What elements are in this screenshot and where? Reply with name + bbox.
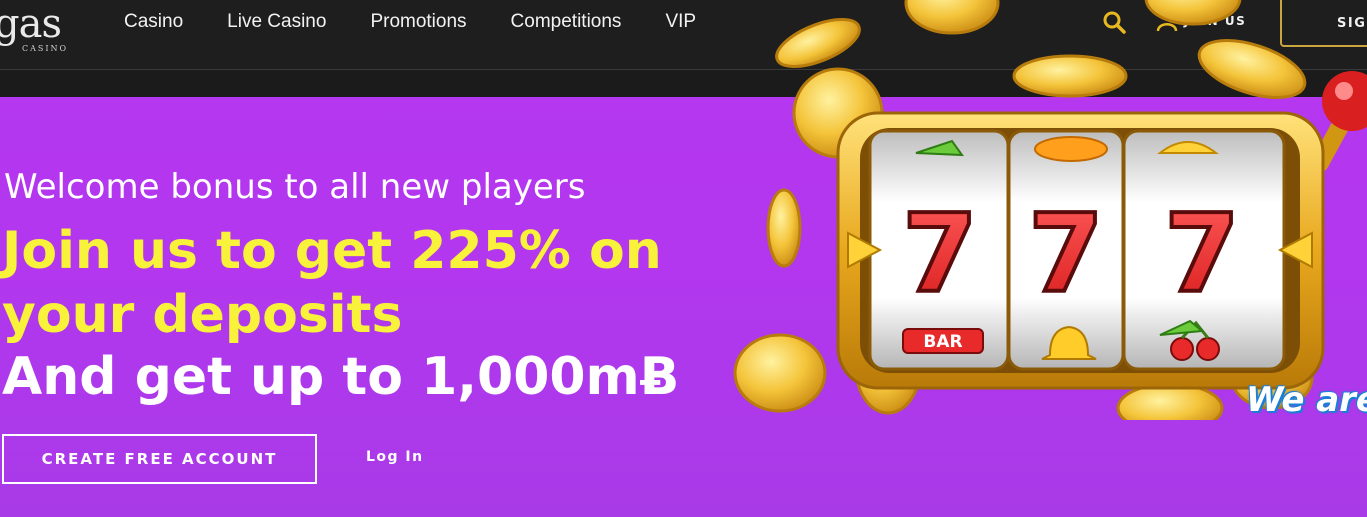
hero-amount: And get up to 1,000mɃ (2, 347, 680, 407)
create-account-label: CREATE FREE ACCOUNT (41, 450, 278, 468)
slot-lever (1311, 71, 1367, 172)
nav-item-vip[interactable]: VIP (665, 11, 696, 33)
nav-item-casino[interactable]: Casino (124, 11, 183, 33)
hero-title: Join us to get 225% on your deposits (2, 221, 662, 345)
we-are-badge: We are (1246, 380, 1367, 420)
bar-symbol: BAR (923, 332, 962, 352)
main-nav: Casino Live Casino Promotions Competitio… (124, 0, 740, 44)
reel-3-seven: 7 (1164, 192, 1239, 317)
reel-1-seven: 7 (902, 192, 977, 317)
hero-subtitle: Welcome bonus to all new players (4, 167, 586, 207)
nav-item-competitions[interactable]: Competitions (511, 11, 622, 33)
casino-logo[interactable]: gas CASINO (0, 0, 74, 60)
logo-subtitle: CASINO (22, 44, 69, 53)
logo-wordmark: gas (0, 1, 62, 47)
nav-item-live-casino[interactable]: Live Casino (227, 11, 326, 33)
nav-item-promotions[interactable]: Promotions (370, 11, 466, 33)
create-account-button[interactable]: CREATE FREE ACCOUNT (2, 434, 317, 484)
login-link[interactable]: Log In (366, 449, 424, 465)
slot-machine-illustration: 7 7 7 BAR (733, 0, 1367, 420)
slot-reels: 7 7 7 BAR (847, 129, 1313, 371)
reel-2-seven: 7 (1028, 192, 1103, 317)
